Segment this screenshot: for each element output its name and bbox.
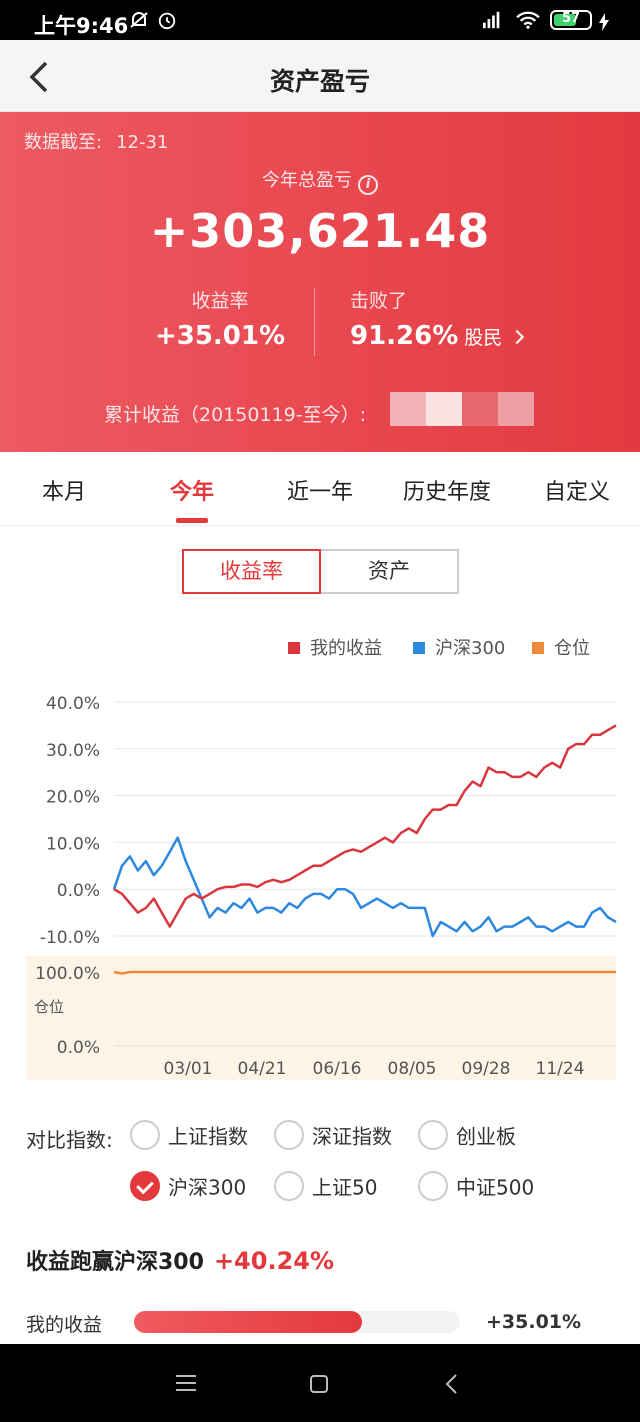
x-tick-label: 06/16 bbox=[313, 1059, 362, 1079]
mute-bell-icon bbox=[130, 12, 148, 28]
radio-label: 创业板 bbox=[456, 1124, 516, 1149]
radio-chinext[interactable]: 创业板 bbox=[418, 1120, 516, 1150]
system-nav-bar bbox=[0, 1344, 640, 1422]
active-tab-indicator bbox=[176, 518, 208, 523]
y-tick-label: 10.0% bbox=[46, 834, 100, 854]
tab-last-year[interactable]: 近一年 bbox=[287, 474, 353, 506]
cumulative-label: 累计收益（20150119-至今）: bbox=[104, 404, 366, 426]
y-tick-label: 20.0% bbox=[46, 788, 100, 808]
position-axis-label: 仓位 bbox=[34, 998, 64, 1016]
period-tabs: 本月 今年 近一年 历史年度 自定义 bbox=[0, 452, 640, 526]
legend-my-return: 我的收益 bbox=[288, 634, 382, 660]
back-triangle-icon[interactable] bbox=[444, 1373, 458, 1395]
radio-szse-component[interactable]: 深证指数 bbox=[274, 1120, 392, 1150]
home-square-icon[interactable] bbox=[309, 1374, 329, 1394]
radio-circle bbox=[418, 1120, 448, 1150]
legend-label: 沪深300 bbox=[435, 638, 506, 659]
radio-circle bbox=[274, 1171, 304, 1201]
radio-label: 中证500 bbox=[456, 1175, 535, 1200]
tab-history-years[interactable]: 历史年度 bbox=[403, 474, 491, 506]
alarm-icon bbox=[158, 12, 176, 30]
battery-level: 57 bbox=[561, 11, 581, 26]
legend-csi300: 沪深300 bbox=[413, 634, 505, 660]
position-y-tick-label: 100.0% bbox=[35, 964, 100, 984]
tab-this-year[interactable]: 今年 bbox=[170, 474, 214, 506]
status-bar: 上午9:46 57 bbox=[0, 0, 640, 40]
wifi-icon bbox=[516, 11, 540, 29]
radio-circle bbox=[418, 1171, 448, 1201]
return-rate-block: 收益率 +35.01% bbox=[130, 286, 310, 351]
radio-csi300[interactable]: 沪深300 bbox=[130, 1171, 246, 1201]
info-icon[interactable]: i bbox=[358, 175, 378, 195]
status-time: 上午9:46 bbox=[34, 14, 129, 38]
legend-position: 仓位 bbox=[532, 634, 590, 660]
x-tick-label: 04/21 bbox=[238, 1059, 287, 1079]
radio-circle bbox=[130, 1120, 160, 1150]
profit-summary-card: 数据截至: 12-31 今年总盈亏 i +303,621.48 收益率 +35.01… bbox=[0, 112, 640, 452]
my-return-bar-value: +35.01% bbox=[486, 1311, 582, 1333]
beat-suffix: 股民 bbox=[464, 327, 503, 349]
y-tick-label: -10.0% bbox=[40, 928, 100, 948]
y-tick-label: 40.0% bbox=[46, 694, 100, 714]
my-return-bar-track bbox=[134, 1311, 460, 1333]
legend-swatch bbox=[288, 642, 300, 654]
outperform-summary: 收益跑赢沪深300 +40.24% bbox=[26, 1244, 334, 1276]
date-label: 数据截至: bbox=[24, 132, 103, 153]
x-tick-label: 11/24 bbox=[536, 1059, 585, 1079]
radio-checked-icon bbox=[130, 1171, 160, 1201]
radio-sse-composite[interactable]: 上证指数 bbox=[130, 1120, 248, 1150]
divider bbox=[314, 288, 315, 356]
return-rate-value: +35.01% bbox=[154, 321, 286, 351]
charging-icon bbox=[599, 13, 609, 31]
cumulative-value-redacted bbox=[390, 392, 534, 426]
toggle-assets[interactable]: 资产 bbox=[321, 549, 459, 594]
return-rate-label: 收益率 bbox=[191, 290, 249, 312]
outperform-label: 收益跑赢沪深300 bbox=[26, 1250, 204, 1275]
legend-swatch bbox=[413, 642, 425, 654]
my-return-bar-label: 我的收益 bbox=[26, 1314, 103, 1336]
radio-label: 深证指数 bbox=[312, 1124, 392, 1149]
beat-investors-block[interactable]: 击败了 91.26% 股民 bbox=[350, 286, 525, 351]
tab-custom[interactable]: 自定义 bbox=[544, 474, 610, 506]
outperform-value: +40.24% bbox=[213, 1247, 335, 1275]
radio-circle bbox=[274, 1120, 304, 1150]
position-y-tick-label: 0.0% bbox=[57, 1038, 100, 1058]
toggle-return-rate[interactable]: 收益率 bbox=[182, 549, 321, 594]
menu-icon[interactable] bbox=[176, 1374, 196, 1392]
beat-value: 91.26% bbox=[350, 321, 459, 351]
radio-label: 沪深300 bbox=[168, 1175, 247, 1200]
legend-label: 仓位 bbox=[554, 638, 590, 659]
legend-label: 我的收益 bbox=[310, 638, 382, 659]
year-total-profit: +303,621.48 bbox=[149, 204, 491, 258]
signal-icon bbox=[483, 11, 500, 29]
radio-label: 上证指数 bbox=[168, 1124, 248, 1149]
x-tick-label: 08/05 bbox=[388, 1059, 437, 1079]
year-profit-label: 今年总盈亏 i bbox=[0, 166, 640, 195]
x-tick-label: 09/28 bbox=[462, 1059, 511, 1079]
date-value: 12-31 bbox=[116, 132, 169, 153]
page-title: 资产盈亏 bbox=[269, 67, 370, 96]
beat-label: 击败了 bbox=[350, 290, 408, 312]
legend-swatch bbox=[532, 642, 544, 654]
compare-index-label: 对比指数: bbox=[26, 1128, 113, 1152]
tab-this-month[interactable]: 本月 bbox=[42, 474, 86, 506]
data-date: 数据截至: 12-31 bbox=[24, 128, 168, 154]
y-tick-label: 30.0% bbox=[46, 741, 100, 761]
y-tick-label: 0.0% bbox=[57, 881, 100, 901]
x-tick-label: 03/01 bbox=[164, 1059, 213, 1079]
radio-label: 上证50 bbox=[312, 1175, 378, 1200]
battery-icon: 57 bbox=[550, 10, 592, 30]
radio-csi500[interactable]: 中证500 bbox=[418, 1171, 534, 1201]
my-return-bar-fill bbox=[134, 1311, 363, 1333]
series-line-my-return bbox=[113, 724, 617, 928]
chevron-right-icon bbox=[510, 329, 525, 345]
radio-sse50[interactable]: 上证50 bbox=[274, 1171, 377, 1201]
nav-bar: 资产盈亏 bbox=[0, 40, 640, 112]
return-chart[interactable]: 40.0% 30.0% 20.0% 10.0% 0.0% -10.0% 100.0% 0.0%… bbox=[0, 680, 640, 1084]
series-line-csi300 bbox=[112, 836, 617, 938]
year-profit-label-text: 今年总盈亏 bbox=[262, 170, 352, 191]
